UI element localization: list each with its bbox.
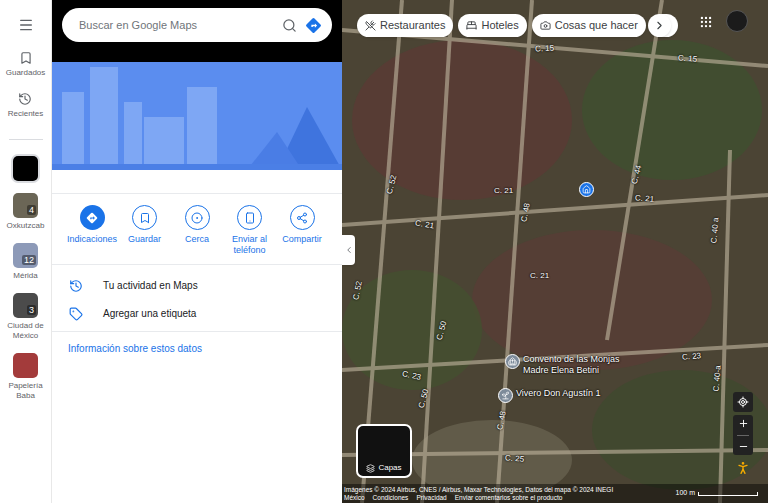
phone-icon: [244, 212, 256, 224]
zoom-in-icon[interactable]: [738, 418, 749, 429]
side-rail: Guardados Recientes 4Oxkutzcab 12Mérida 3Ciu…: [0, 0, 52, 503]
place-marker[interactable]: Vivero Don Agustín 1: [498, 388, 600, 403]
label-icon: [69, 307, 83, 321]
rail-nav-item[interactable]: Recientes: [8, 92, 44, 119]
category-chip[interactable]: Hoteles: [458, 14, 526, 37]
rail-nav-item[interactable]: Guardados: [6, 51, 46, 78]
chip-bar: RestaurantesHoteles Cosas que hacer: [357, 14, 678, 37]
church-icon: [508, 357, 517, 366]
hotel-icon: [466, 20, 477, 31]
street-label: C. 15: [678, 53, 698, 64]
account-avatar[interactable]: [726, 10, 748, 32]
action-button[interactable]: Compartir: [276, 205, 328, 256]
street-label: C. 21: [530, 271, 549, 280]
street-label: C. 25: [505, 453, 525, 464]
street-label: C. 21: [635, 193, 655, 204]
scale-bar: 100 m: [676, 488, 758, 499]
directions-icon: [85, 211, 99, 225]
count-badge: 12: [22, 255, 36, 265]
layers-button[interactable]: Capas: [356, 424, 412, 478]
panel-link[interactable]: Tu actividad en Maps: [52, 278, 342, 293]
place-thumbnail: [13, 353, 38, 378]
home-marker[interactable]: [579, 182, 594, 197]
share-icon: [296, 212, 308, 224]
collapse-icon: [344, 245, 354, 255]
apps-grid-icon: [699, 15, 713, 29]
zoom-out-icon[interactable]: [738, 441, 749, 452]
zoom-control: [733, 415, 753, 455]
chip-scroll-button[interactable]: [648, 14, 671, 37]
count-badge: 3: [27, 305, 36, 315]
place-thumbnail: 3: [13, 293, 38, 318]
restaurant-icon: [365, 20, 376, 31]
banner-illustration: [52, 62, 342, 170]
app: Guardados Recientes 4Oxkutzcab 12Mérida 3Ciu…: [0, 0, 768, 503]
street-label: C. 21: [494, 186, 513, 195]
action-button[interactable]: Indicaciones: [66, 205, 118, 256]
place-marker[interactable]: Convento de las MonjasMadre Elena Betini: [505, 354, 620, 376]
rail-place-item[interactable]: 3Ciudad de México: [1, 293, 51, 341]
camera-icon: [540, 20, 551, 31]
rail-place-item[interactable]: Papelería Baba: [1, 353, 51, 401]
search-icon[interactable]: [282, 18, 297, 33]
street-view-pegman[interactable]: [733, 458, 753, 478]
place-thumbnail: 4: [13, 193, 38, 218]
footer-link[interactable]: Enviar comentarios sobre el producto: [455, 494, 563, 502]
place-thumbnail: 12: [13, 243, 38, 268]
street-label: C. 15: [535, 44, 555, 54]
apps-button[interactable]: [697, 13, 715, 31]
bookmark-icon: [19, 51, 33, 65]
history-icon: [69, 279, 83, 293]
rail-place-item[interactable]: [1, 156, 51, 181]
layers-icon: [366, 464, 375, 473]
action-button[interactable]: Enviar al teléfono: [224, 205, 276, 256]
rail-place-item[interactable]: 12Mérida: [1, 243, 51, 281]
map[interactable]: C. 15C. 15C. 52C. 48C. 21C. 21C. 21C. 21…: [342, 0, 768, 503]
attribution-bar: Imágenes © 2024 Airbus, CNES / Airbus, M…: [342, 484, 768, 503]
place-thumbnail: [13, 156, 38, 181]
menu-icon: [18, 17, 34, 33]
collapse-panel-button[interactable]: [342, 235, 355, 265]
history-icon: [18, 92, 32, 106]
rail-place-item[interactable]: 4Oxkutzcab: [1, 193, 51, 231]
action-button[interactable]: Guardar: [119, 205, 171, 256]
category-chip[interactable]: Cosas que hacer: [532, 14, 646, 37]
home-icon: [582, 185, 591, 194]
panel-link[interactable]: Agregar una etiqueta: [52, 306, 342, 321]
chevron-right-icon: [653, 19, 666, 32]
my-location-button[interactable]: [733, 392, 753, 412]
action-button[interactable]: Cerca: [171, 205, 223, 256]
search-box[interactable]: Buscar en Google Maps: [62, 8, 332, 42]
nearby-icon: [191, 212, 203, 224]
street-label: C. 23: [682, 351, 702, 362]
action-row: IndicacionesGuardarCercaEnviar al teléfo…: [52, 194, 342, 264]
count-badge: 4: [27, 205, 36, 215]
city-illustration-icon: [52, 62, 342, 170]
footer-link[interactable]: México: [344, 494, 365, 502]
search-header: Buscar en Google Maps: [52, 0, 342, 62]
footer-link[interactable]: Privacidad: [416, 494, 446, 502]
side-panel: Buscar en Google Maps IndicacionesGuardar…: [52, 0, 342, 503]
menu-button[interactable]: [15, 15, 37, 35]
bookmark-icon: [139, 212, 151, 224]
pegman-icon: [735, 460, 751, 476]
category-chip[interactable]: Restaurantes: [357, 14, 453, 37]
footer-link[interactable]: Condiciones: [373, 494, 409, 502]
directions-icon[interactable]: [305, 17, 322, 34]
info-link[interactable]: Información sobre estos datos: [52, 332, 342, 356]
locate-icon: [737, 396, 749, 408]
rail-divider: [9, 139, 43, 140]
nursery-icon: [501, 391, 510, 400]
